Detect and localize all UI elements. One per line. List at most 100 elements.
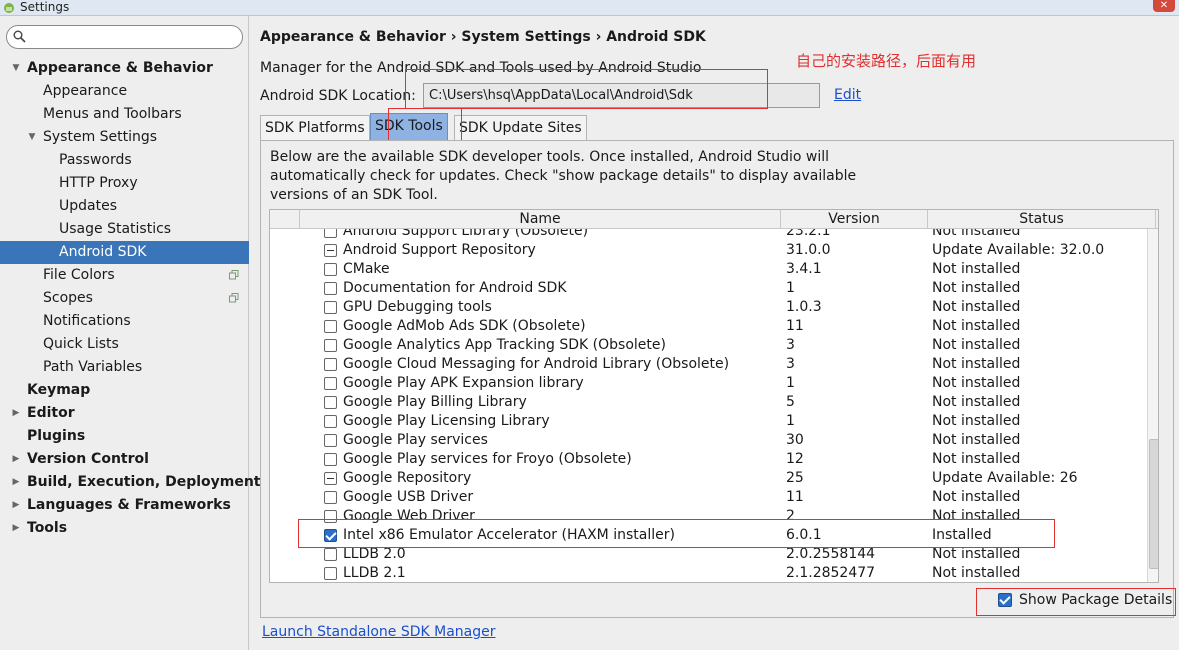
table-row[interactable]: Google Repository 25 Update Available: 26 xyxy=(270,469,1147,488)
edit-link[interactable]: Edit xyxy=(834,87,861,103)
sidebar-item-http-proxy[interactable]: HTTP Proxy xyxy=(0,172,249,195)
show-details-label: Show Package Details xyxy=(1019,592,1173,608)
launch-sdk-manager-link[interactable]: Launch Standalone SDK Manager xyxy=(262,624,496,640)
table-row[interactable]: CMake 3.4.1 Not installed xyxy=(270,260,1147,279)
table-row[interactable]: Google Play services 30 Not installed xyxy=(270,431,1147,450)
tab-sdk-tools[interactable]: SDK Tools xyxy=(370,113,448,141)
table-row[interactable]: GPU Debugging tools 1.0.3 Not installed xyxy=(270,298,1147,317)
sidebar-item-quick-lists[interactable]: Quick Lists xyxy=(0,333,249,356)
row-name: Google Play services xyxy=(343,432,488,448)
table-row[interactable]: Google USB Driver 11 Not installed xyxy=(270,488,1147,507)
tab-sdk-update-sites[interactable]: SDK Update Sites xyxy=(454,115,587,141)
row-status: Not installed xyxy=(932,337,1021,353)
sidebar-item-editor[interactable]: ▶ Editor xyxy=(0,402,249,425)
row-checkbox[interactable] xyxy=(324,548,337,561)
sidebar-item-menus-and-toolbars[interactable]: Menus and Toolbars xyxy=(0,103,249,126)
scrollbar-thumb[interactable] xyxy=(1149,439,1158,569)
row-version: 31.0.0 xyxy=(786,242,831,258)
row-checkbox[interactable] xyxy=(324,434,337,447)
row-status: Not installed xyxy=(932,508,1021,524)
row-checkbox[interactable] xyxy=(324,263,337,276)
row-checkbox[interactable] xyxy=(324,358,337,371)
table-row[interactable]: LLDB 2.1 2.1.2852477 Not installed xyxy=(270,564,1147,582)
row-name: Google Play services for Froyo (Obsolete… xyxy=(343,451,632,467)
sidebar-item-tools[interactable]: ▶ Tools xyxy=(0,517,249,540)
close-button[interactable]: ✕ xyxy=(1153,0,1175,12)
row-checkbox[interactable] xyxy=(324,472,337,485)
row-version: 11 xyxy=(786,318,804,334)
row-checkbox[interactable] xyxy=(324,415,337,428)
sidebar-item-usage-statistics[interactable]: Usage Statistics xyxy=(0,218,249,241)
header-version[interactable]: Version xyxy=(781,210,928,229)
sidebar-item-file-colors[interactable]: File Colors xyxy=(0,264,249,287)
sidebar-item-plugins[interactable]: Plugins xyxy=(0,425,249,448)
table-row[interactable]: Google Web Driver 2 Not installed xyxy=(270,507,1147,526)
sidebar-item-label: Path Variables xyxy=(43,359,143,375)
search-input[interactable] xyxy=(33,28,233,46)
row-checkbox[interactable] xyxy=(324,529,337,542)
sidebar-item-appearance-behavior[interactable]: ▼ Appearance & Behavior xyxy=(0,57,249,80)
sidebar-item-notifications[interactable]: Notifications xyxy=(0,310,249,333)
row-checkbox[interactable] xyxy=(324,339,337,352)
row-checkbox[interactable] xyxy=(324,377,337,390)
sidebar-item-appearance[interactable]: Appearance xyxy=(0,80,249,103)
sidebar-item-label: Notifications xyxy=(43,313,131,329)
sidebar-item-languages-frameworks[interactable]: ▶ Languages & Frameworks xyxy=(0,494,249,517)
sidebar-item-label: HTTP Proxy xyxy=(59,175,138,191)
table-row[interactable]: Documentation for Android SDK 1 Not instal… xyxy=(270,279,1147,298)
row-checkbox[interactable] xyxy=(324,320,337,333)
collapsed-arrow-icon[interactable]: ▶ xyxy=(10,494,22,517)
table-row[interactable]: Google Play Billing Library 5 Not installe… xyxy=(270,393,1147,412)
show-details-checkbox[interactable] xyxy=(998,593,1012,607)
table-scrollbar[interactable] xyxy=(1147,229,1158,582)
header-status[interactable]: Status xyxy=(928,210,1156,229)
collapsed-arrow-icon[interactable]: ▶ xyxy=(10,517,22,540)
sidebar-item-system-settings[interactable]: ▼ System Settings xyxy=(0,126,249,149)
sidebar-item-version-control[interactable]: ▶ Version Control xyxy=(0,448,249,471)
table-row[interactable]: Google Play services for Froyo (Obsolete… xyxy=(270,450,1147,469)
annotation-note: 自己的安装路径，后面有用 xyxy=(796,52,977,70)
expanded-arrow-icon[interactable]: ▼ xyxy=(10,57,22,80)
table-row[interactable]: Google Cloud Messaging for Android Libra… xyxy=(270,355,1147,374)
table-row[interactable]: Android Support Repository 31.0.0 Update A… xyxy=(270,241,1147,260)
sidebar-item-path-variables[interactable]: Path Variables xyxy=(0,356,249,379)
sidebar-item-label: Usage Statistics xyxy=(59,221,172,237)
sidebar-item-build-execution-deployment[interactable]: ▶ Build, Execution, Deployment xyxy=(0,471,261,494)
row-status: Not installed xyxy=(932,451,1021,467)
row-version: 1.0.3 xyxy=(786,299,822,315)
row-version: 30 xyxy=(786,432,804,448)
row-version: 2 xyxy=(786,508,795,524)
table-row[interactable]: Google Play APK Expansion library 1 Not in… xyxy=(270,374,1147,393)
collapsed-arrow-icon[interactable]: ▶ xyxy=(10,471,22,494)
row-checkbox[interactable] xyxy=(324,491,337,504)
sidebar-item-android-sdk[interactable]: Android SDK xyxy=(0,241,249,264)
search-box[interactable] xyxy=(6,25,243,49)
row-checkbox[interactable] xyxy=(324,244,337,257)
header-name[interactable]: Name xyxy=(300,210,781,229)
table-row[interactable]: Google Analytics App Tracking SDK (Obsol… xyxy=(270,336,1147,355)
collapsed-arrow-icon[interactable]: ▶ xyxy=(10,402,22,425)
row-checkbox[interactable] xyxy=(324,567,337,580)
row-checkbox[interactable] xyxy=(324,396,337,409)
expanded-arrow-icon[interactable]: ▼ xyxy=(26,126,38,149)
sidebar-item-keymap[interactable]: Keymap xyxy=(0,379,249,402)
sdk-location-field[interactable]: C:\Users\hsq\AppData\Local\Android\Sdk xyxy=(423,83,820,108)
sidebar-item-scopes[interactable]: Scopes xyxy=(0,287,249,310)
row-status: Update Available: 32.0.0 xyxy=(932,242,1105,258)
table-row[interactable]: Google Play Licensing Library 1 Not instal… xyxy=(270,412,1147,431)
table-row[interactable]: Intel x86 Emulator Accelerator (HAXM ins… xyxy=(270,526,1147,545)
sidebar-item-passwords[interactable]: Passwords xyxy=(0,149,249,172)
row-version: 3 xyxy=(786,337,795,353)
row-checkbox[interactable] xyxy=(324,510,337,523)
collapsed-arrow-icon[interactable]: ▶ xyxy=(10,448,22,471)
copy-icon xyxy=(229,270,239,280)
row-checkbox[interactable] xyxy=(324,453,337,466)
table-row[interactable]: Google AdMob Ads SDK (Obsolete) 11 Not ins… xyxy=(270,317,1147,336)
tab-sdk-platforms[interactable]: SDK Platforms xyxy=(260,115,370,141)
row-checkbox[interactable] xyxy=(324,301,337,314)
window-title: Settings xyxy=(20,0,70,14)
row-checkbox[interactable] xyxy=(324,282,337,295)
sidebar-item-updates[interactable]: Updates xyxy=(0,195,249,218)
sidebar-item-label: Android SDK xyxy=(59,244,147,260)
table-row[interactable]: LLDB 2.0 2.0.2558144 Not installed xyxy=(270,545,1147,564)
